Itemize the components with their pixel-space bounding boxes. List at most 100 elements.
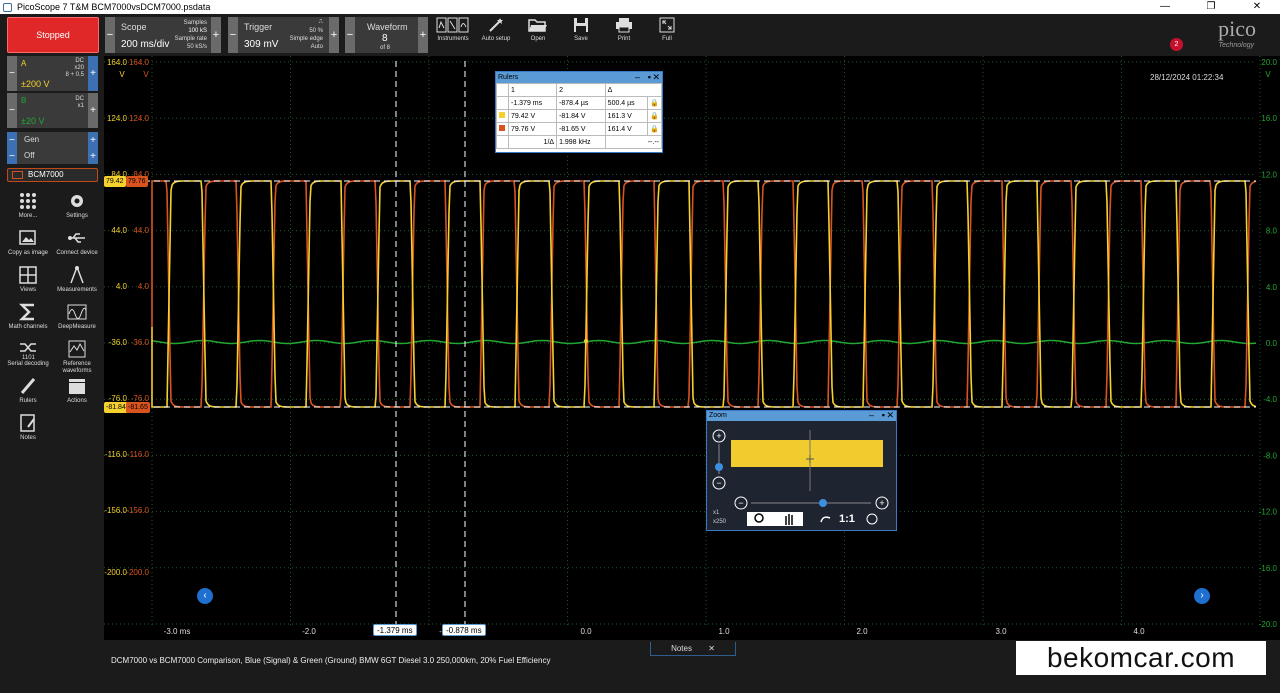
trigger-percent[interactable]: 50 % bbox=[309, 28, 323, 35]
y-tick-label-green: -12.0 bbox=[1259, 508, 1278, 517]
tool-label: Notes bbox=[20, 435, 36, 441]
horizontal-zoom-handle[interactable] bbox=[819, 499, 827, 507]
sample-rate-value[interactable]: 50 kS/s bbox=[187, 44, 207, 51]
y-unit-b: V bbox=[143, 70, 149, 79]
more-icon bbox=[20, 193, 36, 209]
notification-badge[interactable]: 2 bbox=[1170, 38, 1183, 51]
ruler-tag-top-a[interactable]: 79.42 bbox=[104, 176, 126, 187]
trigger-increase-button[interactable]: + bbox=[329, 17, 339, 53]
channel-trace-orange bbox=[151, 180, 1257, 408]
rulers-table: 1 2 Δ -1.379 ms -878.4 µs 500.4 µs 🔒 79.… bbox=[496, 83, 663, 149]
tool-more-button[interactable]: More... bbox=[3, 191, 53, 220]
channel-a-increase-button[interactable]: + bbox=[88, 56, 98, 91]
x-tick-label: 1.0 bbox=[718, 627, 730, 636]
rulers-minimize-icon[interactable]: – bbox=[635, 72, 640, 82]
minimize-button[interactable]: — bbox=[1142, 0, 1188, 14]
info-icon[interactable] bbox=[866, 513, 878, 525]
floppy-icon bbox=[574, 18, 588, 32]
tool-serial-button[interactable]: 1101 Serial decoding bbox=[3, 339, 53, 368]
tool-deepmeasure-button[interactable]: DeepMeasure bbox=[52, 302, 102, 331]
trigger-mode[interactable]: Simple edge bbox=[290, 36, 323, 43]
restore-button[interactable]: ❐ bbox=[1188, 0, 1234, 14]
tool-notes-button[interactable]: Notes bbox=[3, 413, 53, 442]
waveform-of: of 8 bbox=[380, 45, 391, 51]
trigger-level-value[interactable]: 309 mV bbox=[244, 39, 278, 50]
gen-decrease-button[interactable]: − bbox=[7, 132, 17, 148]
notes-tab-close-icon[interactable]: ✕ bbox=[708, 644, 715, 653]
channel-a-range[interactable]: ±200 V bbox=[21, 79, 49, 89]
y-tick-label-a: -200.0 bbox=[104, 568, 127, 577]
ruler-tag-bot-a[interactable]: -81.84 bbox=[104, 402, 128, 413]
stopped-button[interactable]: Stopped bbox=[7, 17, 99, 53]
trigger-auto[interactable]: Auto bbox=[311, 44, 323, 51]
instruments-icon bbox=[436, 17, 469, 33]
window-title: PicoScope 7 T&M BCM7000vsDCM7000.psdata bbox=[17, 2, 211, 12]
lock-icon[interactable]: 🔒 bbox=[647, 122, 662, 136]
time-ruler-2-tag[interactable]: -0.878 ms bbox=[442, 624, 486, 636]
tool-label: Serial decoding bbox=[7, 361, 49, 367]
notes-tab-label: Notes bbox=[671, 644, 692, 653]
scope-view[interactable]: 164.0 164.0124.0 124.084.0 84.044.0 44.04.0 4… bbox=[104, 56, 1280, 640]
gen-increase-button[interactable]: + bbox=[88, 132, 98, 148]
rulers-close-icon[interactable]: ✕ bbox=[652, 72, 660, 82]
gen-state-increase-button[interactable]: + bbox=[88, 148, 98, 164]
tool-usb-button[interactable]: Connect device bbox=[52, 228, 102, 257]
timebase-increase-button[interactable]: + bbox=[211, 17, 221, 53]
ruler-tag-top-b[interactable]: 79.76 bbox=[126, 176, 148, 187]
zoom-panel-header[interactable]: Zoom – ▪ ✕ bbox=[707, 410, 896, 421]
zoom-close-icon[interactable]: ✕ bbox=[886, 410, 894, 420]
tool-grid-button[interactable]: Views bbox=[3, 265, 53, 294]
scroll-right-button[interactable]: › bbox=[1194, 588, 1210, 604]
tool-clapper-button[interactable]: Actions bbox=[52, 376, 102, 405]
device-tag[interactable]: BCM7000 bbox=[7, 168, 98, 182]
tool-sigma-button[interactable]: Math channels bbox=[3, 302, 53, 331]
notes-tab[interactable]: Notes ✕ bbox=[650, 642, 736, 656]
timebase-value[interactable]: 200 ms/div bbox=[121, 39, 169, 50]
x-tick-label: 4.0 bbox=[1133, 627, 1145, 636]
channel-b-decrease-button[interactable]: − bbox=[7, 93, 17, 128]
notes-text[interactable]: DCM7000 vs BCM7000 Comparison, Blue (Sig… bbox=[111, 656, 550, 665]
time-ruler-1-tag[interactable]: -1.379 ms bbox=[373, 624, 417, 636]
tool-ruler-button[interactable]: Rulers bbox=[3, 376, 53, 405]
close-button[interactable]: ✕ bbox=[1234, 0, 1280, 14]
rulers-panel[interactable]: Rulers – ▪ ✕ 1 2 Δ -1.379 ms -878.4 µs 5… bbox=[495, 71, 663, 153]
channel-a-control[interactable]: − A DC x20 8 + 0.5 ±200 V + bbox=[7, 56, 98, 91]
tool-gear-button[interactable]: Settings bbox=[52, 191, 102, 220]
timebase-decrease-button[interactable]: − bbox=[105, 17, 115, 53]
zoom-minimize-icon[interactable]: – bbox=[869, 410, 874, 420]
gen-state-decrease-button[interactable]: − bbox=[7, 148, 17, 164]
generator-state-row[interactable]: − Off + bbox=[7, 148, 98, 164]
lock-icon[interactable]: 🔒 bbox=[647, 109, 662, 123]
capture-datetime: 28/12/2024 01:22:34 bbox=[1150, 73, 1224, 82]
y-tick-label-a: -116.0 bbox=[105, 450, 128, 459]
rulers-maximize-icon[interactable]: ▪ bbox=[648, 72, 651, 82]
zoom-panel[interactable]: Zoom – ▪ ✕ + − − + x1 x250 1:1 bbox=[706, 410, 897, 531]
samples-value[interactable]: 100 kS bbox=[188, 28, 207, 35]
channel-a-decrease-button[interactable]: − bbox=[7, 56, 17, 91]
waveform-number[interactable]: 8 bbox=[382, 33, 388, 44]
channel-b-range[interactable]: ±20 V bbox=[21, 116, 44, 126]
tool-label: Measurements bbox=[57, 287, 97, 293]
lock-icon[interactable]: 🔒 bbox=[647, 96, 662, 110]
freq-value-2: --.-- bbox=[604, 135, 663, 149]
zoom-maximize-icon[interactable]: ▪ bbox=[882, 410, 885, 420]
waveform-prev-button[interactable]: − bbox=[345, 17, 355, 53]
reference-icon bbox=[68, 340, 86, 358]
usb-icon bbox=[68, 233, 85, 243]
trigger-marker[interactable] bbox=[584, 339, 588, 343]
full-screen-button[interactable]: Full bbox=[641, 17, 693, 53]
channel-b-control[interactable]: − B DC x1 ±20 V + bbox=[7, 93, 98, 128]
trigger-decrease-button[interactable]: − bbox=[228, 17, 238, 53]
tool-image-button[interactable]: Copy as image bbox=[3, 228, 53, 257]
zoom-overview[interactable] bbox=[731, 440, 883, 467]
tool-compass-button[interactable]: Measurements bbox=[52, 265, 102, 294]
channel-b-increase-button[interactable]: + bbox=[88, 93, 98, 128]
tool-reference-button[interactable]: Reference waveforms bbox=[52, 339, 102, 375]
ruler-tag-bot-b[interactable]: -81.65 bbox=[126, 402, 150, 413]
generator-row[interactable]: − Gen + bbox=[7, 132, 98, 148]
zoom-ratio-button[interactable]: 1:1 bbox=[839, 513, 855, 525]
rulers-panel-header[interactable]: Rulers – ▪ ✕ bbox=[496, 72, 662, 83]
scroll-left-button[interactable]: ‹ bbox=[197, 588, 213, 604]
vertical-zoom-handle[interactable] bbox=[715, 463, 723, 471]
undo-zoom-icon[interactable] bbox=[820, 516, 831, 523]
